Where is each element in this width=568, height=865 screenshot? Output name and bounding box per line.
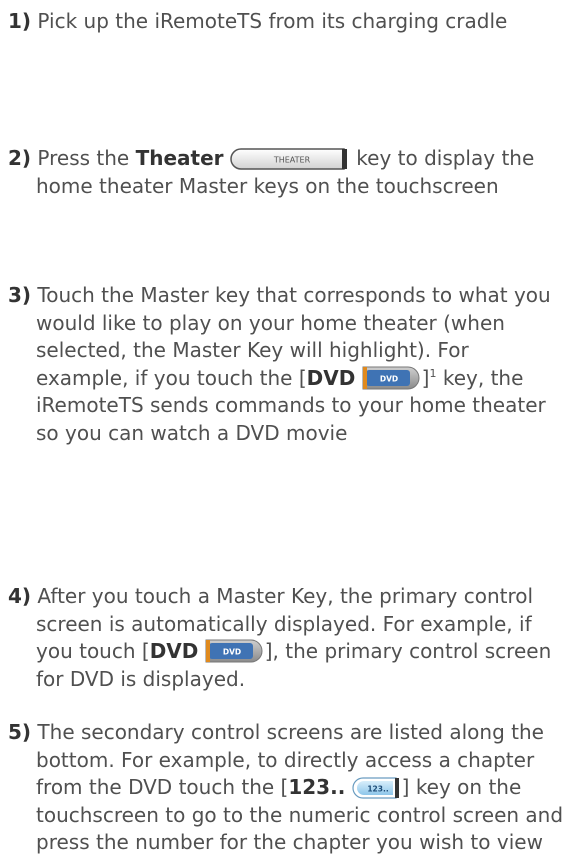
- numeric-key-label: 123..: [367, 785, 389, 794]
- dvd-key-icon: DVD: [205, 639, 265, 663]
- step-number: 2): [8, 146, 32, 170]
- key-name: DVD: [306, 365, 356, 390]
- step-number: 3): [8, 283, 32, 307]
- dvd-key-label: DVD: [223, 648, 241, 657]
- key-name: DVD: [149, 639, 199, 663]
- step-text: Pick up the iRemoteTS from its charging …: [37, 9, 508, 33]
- step-5: 5) The secondary control screens are lis…: [8, 719, 564, 857]
- step-text-pre: Press the: [37, 146, 136, 170]
- key-name: Theater: [135, 146, 224, 170]
- numeric-key-icon: 123..: [352, 777, 402, 799]
- theater-key-icon: THEATER: [230, 148, 350, 170]
- key-name: 123..: [288, 775, 346, 799]
- theater-key-label: THEATER: [273, 156, 311, 165]
- step-number: 1): [8, 9, 32, 33]
- step-2: 2) Press the Theater THEATER key to disp…: [8, 145, 564, 200]
- step-3: 3) Touch the Master key that corresponds…: [8, 282, 564, 447]
- step-number: 5): [8, 720, 32, 744]
- step-1: 1) Pick up the iRemoteTS from its chargi…: [8, 8, 564, 36]
- step-number: 4): [8, 584, 32, 608]
- step-4: 4) After you touch a Master Key, the pri…: [8, 583, 564, 693]
- dvd-key-icon: DVD: [362, 366, 422, 390]
- dvd-key-label: DVD: [380, 374, 398, 383]
